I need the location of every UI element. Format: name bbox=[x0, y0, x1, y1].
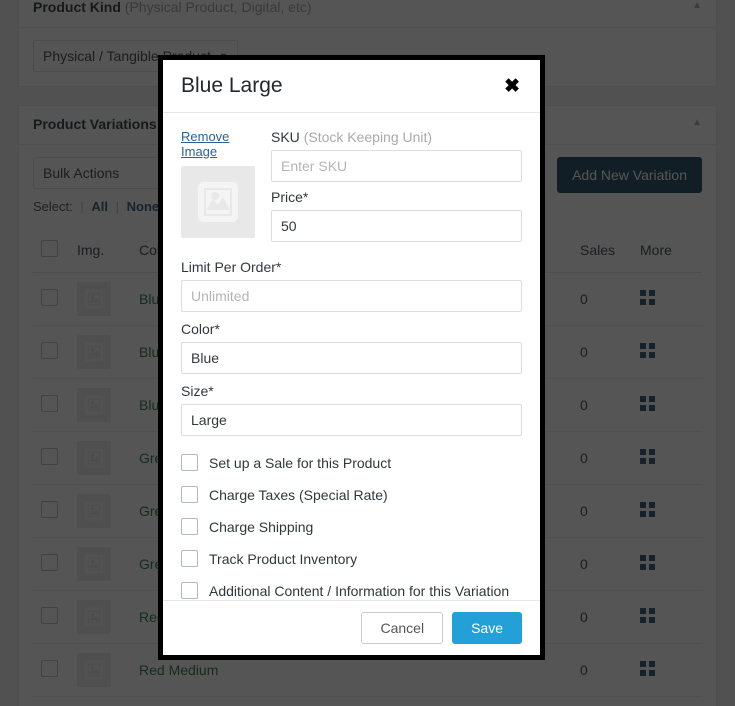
option-label[interactable]: Additional Content / Information for thi… bbox=[209, 583, 509, 599]
sku-label-text: SKU bbox=[271, 129, 300, 145]
option-checkbox[interactable] bbox=[181, 486, 198, 503]
modal-title: Blue Large bbox=[181, 74, 283, 97]
limit-per-order-field-group: Limit Per Order* bbox=[181, 259, 522, 312]
size-field-group: Size* bbox=[181, 383, 522, 436]
variation-image-column: Remove Image bbox=[181, 129, 259, 238]
checkbox-row[interactable]: Set up a Sale for this Product bbox=[181, 454, 522, 471]
checkbox-row[interactable]: Track Product Inventory bbox=[181, 550, 522, 567]
color-label: Color* bbox=[181, 321, 220, 337]
limit-per-order-input[interactable] bbox=[181, 280, 522, 312]
modal-header: Blue Large ✖ bbox=[163, 60, 540, 113]
sku-field-group: SKU (Stock Keeping Unit) bbox=[271, 129, 522, 182]
option-label[interactable]: Track Product Inventory bbox=[209, 551, 357, 567]
option-checkbox[interactable] bbox=[181, 454, 198, 471]
modal-footer: Cancel Save bbox=[163, 600, 540, 655]
price-label: Price* bbox=[271, 189, 309, 205]
modal-body: Remove Image SKU (Stock Keeping Unit) En… bbox=[163, 113, 540, 600]
size-input[interactable] bbox=[181, 404, 522, 436]
screen: Product Kind (Physical Product, Digital,… bbox=[0, 0, 735, 706]
close-icon[interactable]: ✖ bbox=[502, 77, 522, 96]
size-label: Size* bbox=[181, 383, 214, 399]
sku-input[interactable] bbox=[271, 150, 522, 182]
limit-per-order-label: Limit Per Order* bbox=[181, 259, 282, 275]
price-input[interactable] bbox=[271, 210, 522, 242]
image-and-top-fields: Remove Image SKU (Stock Keeping Unit) En… bbox=[181, 129, 522, 249]
variation-edit-modal: Blue Large ✖ Remove Image SKU (Stock Kee… bbox=[158, 55, 545, 660]
option-checkbox[interactable] bbox=[181, 550, 198, 567]
save-button[interactable]: Save bbox=[452, 612, 522, 644]
cancel-button[interactable]: Cancel bbox=[361, 612, 444, 644]
sku-label-suffix: (Stock Keeping Unit) bbox=[303, 129, 433, 145]
color-input[interactable] bbox=[181, 342, 522, 374]
sku-label: SKU (Stock Keeping Unit) bbox=[271, 129, 522, 145]
option-checkbox[interactable] bbox=[181, 518, 198, 535]
remove-image-link[interactable]: Remove Image bbox=[181, 129, 259, 159]
image-placeholder-icon bbox=[198, 182, 238, 222]
checkbox-row[interactable]: Additional Content / Information for thi… bbox=[181, 582, 522, 599]
top-fields-column: SKU (Stock Keeping Unit) Price* bbox=[271, 129, 522, 249]
checkbox-row[interactable]: Charge Taxes (Special Rate) bbox=[181, 486, 522, 503]
option-checkbox[interactable] bbox=[181, 582, 198, 599]
variation-image-thumbnail[interactable] bbox=[181, 166, 255, 238]
option-label[interactable]: Charge Shipping bbox=[209, 519, 313, 535]
color-field-group: Color* bbox=[181, 321, 522, 374]
checkbox-row[interactable]: Charge Shipping bbox=[181, 518, 522, 535]
option-label[interactable]: Charge Taxes (Special Rate) bbox=[209, 487, 388, 503]
option-label[interactable]: Set up a Sale for this Product bbox=[209, 455, 391, 471]
price-field-group: Price* bbox=[271, 189, 522, 242]
variation-options-checkbox-list: Set up a Sale for this Product Charge Tax… bbox=[181, 454, 522, 599]
